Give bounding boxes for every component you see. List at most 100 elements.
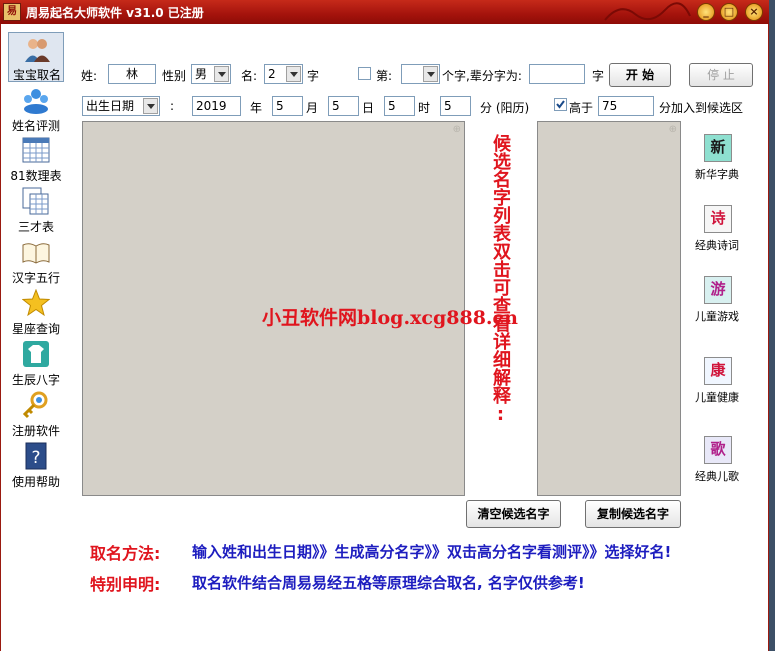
sidebar-item-constellation[interactable]: 星座查询 bbox=[8, 287, 64, 337]
tool-label: 经典诗词 bbox=[695, 239, 739, 252]
minute-unit: 分 (阳历) bbox=[480, 101, 530, 115]
candidate-list-hint: 候选名字列表双击可查看详细解释: bbox=[490, 134, 511, 425]
name-length-select[interactable]: 2 bbox=[264, 64, 303, 84]
month-unit: 月 bbox=[306, 101, 319, 115]
gender-label: 性别 bbox=[162, 69, 187, 83]
sidebar-item-wuxing[interactable]: 汉字五行 bbox=[8, 236, 64, 286]
sidebar-item-help[interactable]: ? 使用帮助 bbox=[8, 440, 64, 490]
app-icon: 易 bbox=[3, 3, 21, 21]
hour-unit: 时 bbox=[418, 101, 431, 115]
health-icon: 康 bbox=[704, 357, 732, 385]
notice-text: 取名软件结合周易易经五格等原理综合取名, 名字仅供参考! bbox=[192, 574, 585, 592]
gender-select[interactable]: 男 bbox=[191, 64, 231, 84]
method-title: 取名方法: bbox=[90, 544, 161, 563]
clear-candidates-button[interactable]: 清空候选名字 bbox=[466, 500, 561, 528]
date-colon: : bbox=[170, 99, 175, 113]
panel-corner-mark: ⊕ bbox=[668, 124, 677, 135]
background-window-edge bbox=[769, 0, 775, 651]
book-icon bbox=[22, 243, 50, 264]
tool-kids-games[interactable]: 游 儿童游戏 bbox=[689, 274, 745, 330]
tool-label: 儿童游戏 bbox=[695, 310, 739, 323]
score-threshold-checkbox[interactable] bbox=[554, 98, 567, 111]
position-select[interactable] bbox=[401, 64, 440, 84]
name-length-label: 名: bbox=[241, 69, 258, 83]
position-unit: 个字,辈分字为: bbox=[442, 69, 522, 83]
name-length-unit: 字 bbox=[307, 69, 320, 83]
window-title: 周易起名大师软件 v31.0 已注册 bbox=[26, 6, 204, 20]
panel-corner-mark: ⊕ bbox=[452, 124, 461, 135]
score-threshold-suffix: 分加入到候选区 bbox=[659, 101, 744, 115]
sidebar-item-label: 星座查询 bbox=[11, 322, 60, 336]
hour-input[interactable]: 5 bbox=[384, 96, 415, 116]
tool-kids-health[interactable]: 康 儿童健康 bbox=[689, 355, 745, 411]
gender-select-value: 男 bbox=[195, 67, 208, 81]
generation-char-unit: 字 bbox=[592, 69, 605, 83]
svg-text:?: ? bbox=[31, 448, 40, 468]
sidebar-item-label: 宝宝取名 bbox=[12, 68, 61, 82]
copy-candidates-button[interactable]: 复制候选名字 bbox=[585, 500, 681, 528]
year-unit: 年 bbox=[250, 101, 263, 115]
sidebar-item-label: 生辰八字 bbox=[11, 373, 60, 387]
method-text: 输入姓和出生日期》》生成高分名字》》双击高分名字看测评》》选择好名! bbox=[192, 543, 672, 561]
sidebar-item-bazi[interactable]: 生辰八字 bbox=[8, 338, 64, 388]
tool-label: 儿童健康 bbox=[695, 391, 739, 404]
score-threshold-label: 高于 bbox=[569, 101, 594, 115]
candidate-names-list[interactable]: ⊕ bbox=[537, 121, 681, 496]
start-button[interactable]: 开 始 bbox=[609, 63, 671, 87]
position-checkbox[interactable] bbox=[358, 67, 371, 80]
close-button[interactable]: × bbox=[745, 3, 763, 21]
dictionary-icon: 新 bbox=[704, 134, 732, 162]
tool-label: 新华字典 bbox=[695, 168, 739, 181]
sidebar-item-label: 汉字五行 bbox=[11, 271, 60, 285]
tool-label: 经典儿歌 bbox=[695, 470, 739, 483]
star-icon bbox=[22, 289, 50, 317]
chevron-down-icon[interactable] bbox=[423, 66, 438, 82]
shirt-icon bbox=[23, 341, 49, 367]
tool-classic-songs[interactable]: 歌 经典儿歌 bbox=[689, 434, 745, 490]
position-label: 第: bbox=[376, 69, 393, 83]
sidebar-item-81-table[interactable]: 81数理表 bbox=[8, 134, 64, 184]
poem-icon: 诗 bbox=[704, 205, 732, 233]
notice-title: 特别申明: bbox=[90, 575, 161, 594]
minute-input[interactable]: 5 bbox=[440, 96, 471, 116]
name-length-select-value: 2 bbox=[268, 67, 276, 81]
stop-button[interactable]: 停 止 bbox=[689, 63, 753, 87]
title-ornament bbox=[600, 0, 695, 24]
tool-xinhua-dictionary[interactable]: 新 新华字典 bbox=[689, 132, 745, 188]
title-bar[interactable]: 易 周易起名大师软件 v31.0 已注册 _ □ × bbox=[0, 0, 769, 24]
sidebar-item-label: 注册软件 bbox=[11, 424, 60, 438]
watermark-text: 小丑软件网blog.xcg888.cn bbox=[262, 307, 518, 329]
year-input[interactable]: 2019 bbox=[192, 96, 241, 116]
checkmark-icon bbox=[556, 100, 565, 109]
score-threshold-input[interactable]: 75 bbox=[598, 96, 654, 116]
sidebar-item-name-test[interactable]: 姓名评测 bbox=[8, 84, 64, 134]
generation-char-input[interactable] bbox=[529, 64, 585, 84]
month-input[interactable]: 5 bbox=[272, 96, 303, 116]
chevron-down-icon[interactable] bbox=[143, 98, 158, 114]
sidebar-item-baby-naming[interactable]: 宝宝取名 bbox=[8, 32, 64, 82]
sidebar-item-label: 姓名评测 bbox=[11, 119, 60, 133]
group-icon bbox=[24, 89, 48, 114]
tool-classic-poems[interactable]: 诗 经典诗词 bbox=[689, 203, 745, 259]
surname-label: 姓: bbox=[81, 69, 98, 83]
game-icon: 游 bbox=[704, 276, 732, 304]
day-unit: 日 bbox=[362, 101, 375, 115]
day-input[interactable]: 5 bbox=[328, 96, 359, 116]
sidebar-item-sancai-table[interactable]: 三才表 bbox=[8, 185, 64, 235]
table-icon bbox=[22, 137, 50, 163]
help-book-icon: ? bbox=[25, 442, 47, 470]
date-type-select[interactable]: 出生日期 bbox=[82, 96, 160, 116]
chevron-down-icon[interactable] bbox=[214, 66, 229, 82]
sidebar-item-register[interactable]: 注册软件 bbox=[8, 389, 64, 439]
song-icon: 歌 bbox=[704, 436, 732, 464]
date-type-select-value: 出生日期 bbox=[86, 99, 135, 113]
surname-input[interactable]: 林 bbox=[108, 64, 156, 84]
maximize-button[interactable]: □ bbox=[720, 3, 738, 21]
sidebar-item-label: 使用帮助 bbox=[11, 475, 60, 489]
sidebar-item-label: 三才表 bbox=[17, 220, 54, 234]
key-icon bbox=[22, 391, 48, 419]
sidebar-item-label: 81数理表 bbox=[10, 169, 62, 183]
users-icon bbox=[25, 39, 50, 62]
minimize-button[interactable]: _ bbox=[697, 3, 715, 21]
chevron-down-icon[interactable] bbox=[286, 66, 301, 82]
